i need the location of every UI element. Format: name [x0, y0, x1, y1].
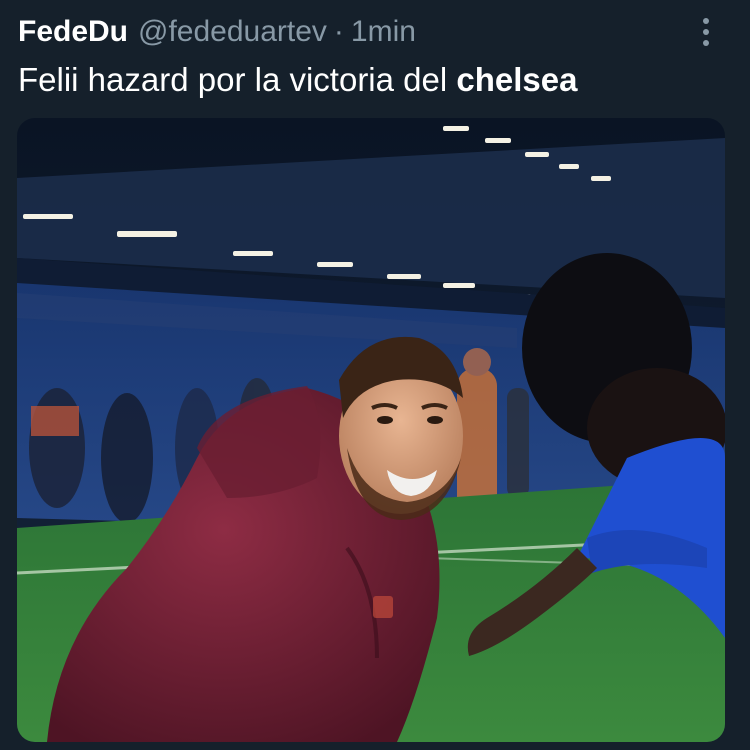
separator-dot: ·: [333, 15, 344, 48]
more-vertical-icon[interactable]: [692, 14, 720, 50]
tweet-photo[interactable]: [17, 118, 725, 742]
tweet-text-plain: Felii hazard por la victoria del: [18, 61, 457, 98]
tweet-text: Felii hazard por la victoria del chelsea: [18, 58, 718, 102]
more-dot: [703, 18, 709, 24]
tweet-text-bold: chelsea: [456, 61, 578, 98]
more-dot: [703, 29, 709, 35]
stadium-photo: [17, 118, 725, 742]
tweet-card[interactable]: FedeDu @fededuartev · 1min Felii hazard …: [0, 0, 750, 750]
tweet-header: FedeDu @fededuartev · 1min: [18, 10, 416, 54]
timestamp[interactable]: 1min: [351, 15, 416, 49]
more-dot: [703, 40, 709, 46]
display-name[interactable]: FedeDu: [18, 15, 128, 49]
user-handle[interactable]: @fededuartev: [138, 15, 327, 49]
